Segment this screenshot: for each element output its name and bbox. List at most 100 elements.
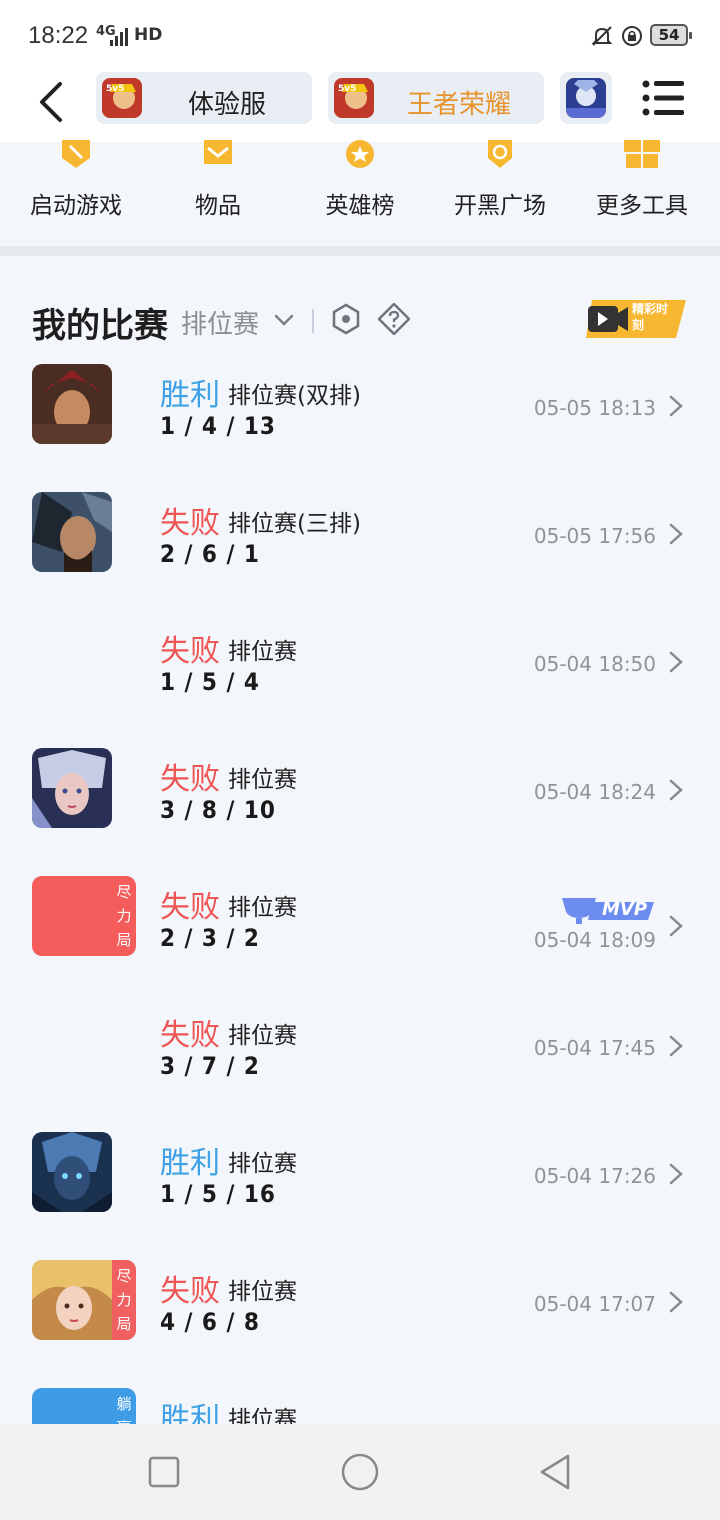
match-result: 失败 xyxy=(160,762,220,797)
hexagon-settings-icon[interactable] xyxy=(330,303,362,335)
match-result: 胜利 xyxy=(160,378,220,413)
match-row[interactable]: 躺赢 胜利 排位赛 xyxy=(0,1386,720,1426)
match-mode: 排位赛 xyxy=(228,895,297,921)
mode-filter-label[interactable]: 排位赛 xyxy=(181,304,259,341)
mvp-badge: MVP xyxy=(562,894,658,926)
top-bar: 5v5 体验服 5v5 王者荣耀 xyxy=(0,70,720,142)
match-row[interactable]: 失败 排位赛 3 / 8 / 10 05-04 18:24 xyxy=(0,746,720,874)
hero-avatar: 尽力局 xyxy=(32,876,136,956)
chevron-right-icon xyxy=(669,523,683,545)
match-result: 失败 xyxy=(160,634,220,669)
medal-icon xyxy=(346,140,374,168)
match-result: 失败 xyxy=(160,890,220,925)
mvp-label: MVP xyxy=(602,899,648,920)
hero-avatar xyxy=(32,364,112,444)
chevron-right-icon xyxy=(669,915,683,937)
match-time: 05-04 17:45 xyxy=(533,1036,656,1060)
signal-icon xyxy=(110,28,128,46)
tool-items[interactable]: 物品 xyxy=(148,140,288,242)
match-kda: 4 / 6 / 8 xyxy=(160,1308,260,1336)
gift-icon xyxy=(624,140,660,168)
svg-text:5v5: 5v5 xyxy=(106,84,124,94)
match-kda: 1 / 4 / 13 xyxy=(160,412,276,440)
match-mode: 排位赛 xyxy=(228,1407,297,1426)
tools-row: 启动游戏 物品 英雄榜 开黑广场 更多工具 xyxy=(0,140,720,246)
match-kda: 1 / 5 / 16 xyxy=(160,1180,276,1208)
bell-muted-icon xyxy=(591,26,613,46)
tab-experience-server[interactable]: 5v5 体验服 xyxy=(96,72,312,124)
tool-label: 更多工具 xyxy=(596,193,688,219)
tool-label: 物品 xyxy=(195,193,241,219)
tool-launch-game[interactable]: 启动游戏 xyxy=(6,140,146,242)
match-row[interactable]: 失败 排位赛 1 / 5 / 4 05-04 18:50 xyxy=(0,618,720,746)
tab-honor-of-kings[interactable]: 5v5 王者荣耀 xyxy=(328,72,544,124)
match-row[interactable]: 胜利 排位赛(双排) 1 / 4 / 13 05-05 18:13 xyxy=(0,362,720,490)
tool-team-square[interactable]: 开黑广场 xyxy=(430,140,570,242)
help-icon[interactable] xyxy=(378,303,410,335)
tool-hero-rank[interactable]: 英雄榜 xyxy=(290,140,430,242)
match-time: 05-04 18:50 xyxy=(533,652,656,676)
highlight-moments-button[interactable]: 精彩时刻 xyxy=(586,300,686,338)
chevron-down-icon[interactable] xyxy=(272,308,296,332)
tool-label: 启动游戏 xyxy=(30,193,122,219)
match-result: 失败 xyxy=(160,1274,220,1309)
match-result: 失败 xyxy=(160,506,220,541)
match-result: 失败 xyxy=(160,1018,220,1053)
tool-more-tools[interactable]: 更多工具 xyxy=(572,140,712,242)
match-mode: 排位赛(双排) xyxy=(228,383,361,409)
game-controller-icon xyxy=(62,140,90,168)
home-button[interactable] xyxy=(340,1452,380,1492)
battery-indicator: 54 xyxy=(650,24,692,46)
match-time: 05-04 18:09 xyxy=(533,928,656,952)
system-nav-bar xyxy=(0,1424,720,1520)
tab-label: 体验服 xyxy=(187,90,266,120)
match-row[interactable]: 胜利 排位赛 1 / 5 / 16 05-04 17:26 xyxy=(0,1130,720,1258)
back-nav-button[interactable] xyxy=(536,1452,576,1492)
separator xyxy=(312,309,314,333)
match-mode: 排位赛 xyxy=(228,1023,297,1049)
match-mode: 排位赛(三排) xyxy=(228,511,361,537)
rotation-lock-icon xyxy=(622,26,642,46)
tool-label: 开黑广场 xyxy=(454,193,546,219)
chevron-right-icon xyxy=(669,395,683,417)
matches-header: 我的比赛 排位赛 精彩时刻 xyxy=(0,256,720,346)
chevron-right-icon xyxy=(669,1035,683,1057)
match-row[interactable]: 失败 排位赛 3 / 7 / 2 05-04 17:45 xyxy=(0,1002,720,1130)
item-icon xyxy=(204,140,232,164)
recent-apps-button[interactable] xyxy=(144,1452,184,1492)
hd-label: HD xyxy=(134,25,163,45)
match-row[interactable]: 尽力局 失败 排位赛 4 / 6 / 8 05-04 17:07 xyxy=(0,1258,720,1386)
menu-button[interactable] xyxy=(640,78,686,118)
match-kda: 1 / 5 / 4 xyxy=(160,668,260,696)
match-kda: 2 / 6 / 1 xyxy=(160,540,260,568)
match-mode: 排位赛 xyxy=(228,1279,297,1305)
game-icon xyxy=(566,78,606,118)
game-icon: 5v5 xyxy=(334,78,374,118)
hero-avatar xyxy=(32,1132,112,1212)
tool-label: 英雄榜 xyxy=(325,193,395,219)
match-kda: 3 / 7 / 2 xyxy=(160,1052,260,1080)
tab-label: 王者荣耀 xyxy=(406,90,511,120)
best-effort-tag: 尽力局 xyxy=(112,1260,136,1340)
chevron-right-icon xyxy=(669,651,683,673)
match-time: 05-04 17:26 xyxy=(533,1164,656,1188)
back-button[interactable] xyxy=(28,76,76,128)
match-time: 05-05 18:13 xyxy=(533,396,656,420)
hero-avatar xyxy=(32,492,112,572)
tab-game-3[interactable] xyxy=(560,72,612,124)
chevron-right-icon xyxy=(669,1163,683,1185)
match-time: 05-04 17:07 xyxy=(533,1292,656,1316)
match-mode: 排位赛 xyxy=(228,639,297,665)
match-result: 胜利 xyxy=(160,1146,220,1181)
best-effort-tag: 尽力局 xyxy=(116,883,132,949)
match-mode: 排位赛 xyxy=(228,1151,297,1177)
chevron-right-icon xyxy=(669,1291,683,1313)
match-time: 05-04 18:24 xyxy=(533,780,656,804)
carried-tag: 躺赢 xyxy=(116,1395,132,1426)
match-mode: 排位赛 xyxy=(228,767,297,793)
match-kda: 3 / 8 / 10 xyxy=(160,796,276,824)
hero-avatar: 尽力局 xyxy=(32,1260,136,1340)
match-row[interactable]: 失败 排位赛(三排) 2 / 6 / 1 05-05 17:56 xyxy=(0,490,720,618)
section-title: 我的比赛 xyxy=(32,306,168,346)
match-row[interactable]: 尽力局 失败 排位赛 2 / 3 / 2 MVP 05-04 18:09 xyxy=(0,874,720,1002)
